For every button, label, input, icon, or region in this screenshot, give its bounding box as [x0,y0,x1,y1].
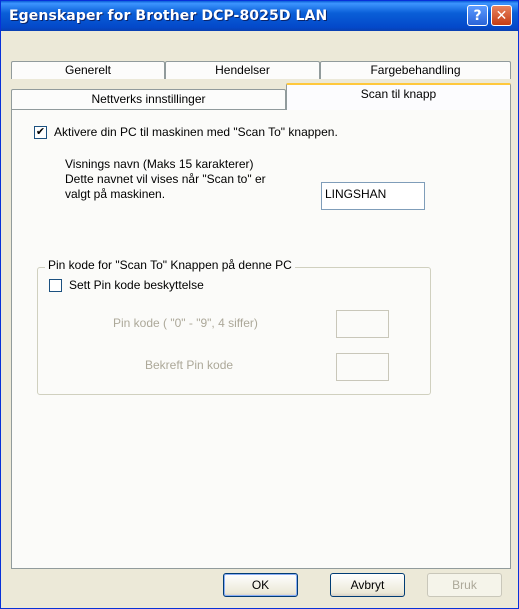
display-name-description-2: valgt på maskinen. [65,187,166,201]
apply-button-label: Bruk [452,578,477,592]
close-button[interactable]: ✕ [491,5,512,26]
cancel-button[interactable]: Avbryt [330,573,405,597]
tab-generelt[interactable]: Generelt [11,61,165,79]
ok-button[interactable]: OK [223,573,298,597]
pin-code-group-title: Pin kode for "Scan To" Knappen på denne … [45,258,295,272]
display-name-value: LINGSHAN [325,187,387,201]
apply-button[interactable]: Bruk [427,573,502,597]
help-icon: ? [473,8,482,24]
enable-scan-to-checkbox[interactable]: ✔ [34,126,47,139]
display-name-input[interactable]: LINGSHAN [321,182,425,210]
pin-protect-label: Sett Pin kode beskyttelse [69,278,204,292]
close-icon: ✕ [495,8,508,24]
window-title: Egenskaper for Brother DCP-8025D LAN [9,8,328,24]
tab-fargebehandling[interactable]: Fargebehandling [320,61,511,79]
tab-label: Generelt [64,63,112,77]
pin-code-label: Pin kode ( "0" - "9", 4 siffer) [113,316,258,330]
properties-dialog: Egenskaper for Brother DCP-8025D LAN ? ✕… [0,0,519,609]
confirm-pin-input[interactable] [336,353,389,381]
title-bar[interactable]: Egenskaper for Brother DCP-8025D LAN ? ✕ [1,1,518,31]
display-name-description: Dette navnet vil vises når "Scan to" er [65,172,266,186]
tab-label: Fargebehandling [370,63,461,77]
pin-code-input[interactable] [336,310,389,338]
enable-scan-to-label: Aktivere din PC til maskinen med "Scan T… [54,125,338,139]
tab-label: Hendelser [215,63,270,77]
help-button[interactable]: ? [467,5,488,26]
tab-label: Nettverks innstillinger [91,92,206,106]
cancel-button-label: Avbryt [350,578,385,592]
tab-hendelser[interactable]: Hendelser [165,61,320,79]
ok-button-label: OK [251,578,270,592]
confirm-pin-label: Bekreft Pin kode [145,358,234,372]
tab-label: Scan til knapp [360,87,437,101]
pin-protect-checkbox[interactable] [49,279,62,292]
checkmark-icon: ✔ [35,126,46,138]
tab-nettverks-innstillinger[interactable]: Nettverks innstillinger [11,89,286,110]
display-name-heading: Visnings navn (Maks 15 karakterer) [65,157,254,171]
tab-scan-til-knapp[interactable]: Scan til knapp [286,83,511,110]
